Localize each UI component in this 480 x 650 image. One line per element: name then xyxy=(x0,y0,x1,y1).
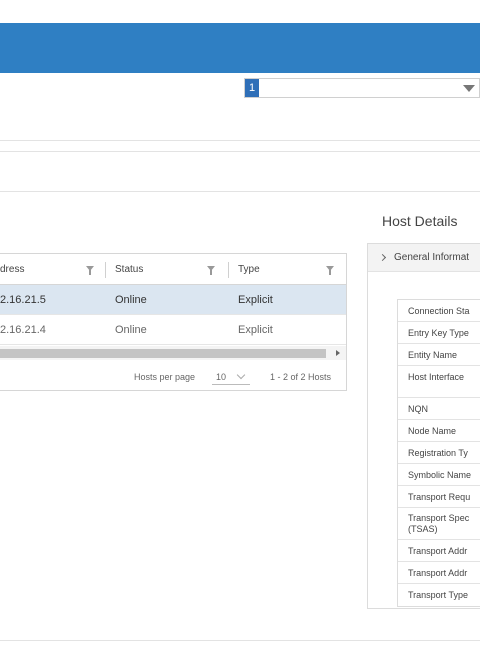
property-transport-specific: Transport Spec (TSAS) xyxy=(398,508,480,540)
divider xyxy=(0,191,480,192)
column-header-type[interactable]: Type xyxy=(238,254,260,285)
column-separator[interactable] xyxy=(105,262,106,278)
scrollbar-thumb[interactable] xyxy=(0,349,326,358)
filter-icon[interactable] xyxy=(86,266,94,275)
property-nqn: NQN xyxy=(398,398,480,420)
divider xyxy=(0,640,480,641)
dropdown-arrow-icon[interactable] xyxy=(463,85,475,92)
controller-select[interactable]: 1 xyxy=(244,78,480,98)
per-page-select[interactable]: 10 xyxy=(212,370,250,385)
property-entry-key-type: Entry Key Type xyxy=(398,322,480,344)
cell-status: Online xyxy=(115,294,147,306)
property-entity-name: Entity Name xyxy=(398,344,480,366)
filter-icon[interactable] xyxy=(207,266,215,275)
property-transport-address: Transport Addr xyxy=(398,562,480,584)
per-page-label: Hosts per page xyxy=(134,372,196,382)
filter-icon[interactable] xyxy=(326,266,334,275)
divider xyxy=(0,140,480,141)
column-separator[interactable] xyxy=(228,262,229,278)
host-details-title: Host Details xyxy=(382,213,458,229)
cell-status: Online xyxy=(115,324,147,336)
grid-header: dress Status Type xyxy=(0,254,346,285)
cell-type: Explicit xyxy=(238,324,273,336)
column-header-address[interactable]: dress xyxy=(0,254,24,285)
property-connection-status: Connection Sta xyxy=(398,300,480,322)
scroll-right-icon[interactable] xyxy=(336,350,340,356)
properties-table: Connection Sta Entry Key Type Entity Nam… xyxy=(397,299,480,607)
chevron-down-icon xyxy=(236,370,246,380)
cell-type: Explicit xyxy=(238,294,273,306)
hosts-grid: dress Status Type 2.16.21.5 Online Expli… xyxy=(0,253,347,391)
horizontal-scrollbar[interactable] xyxy=(0,346,346,360)
chevron-right-icon[interactable] xyxy=(378,253,387,262)
cell-address: 2.16.21.4 xyxy=(0,324,46,336)
general-information-section[interactable]: General Informat xyxy=(368,244,480,272)
property-transport-address: Transport Addr xyxy=(398,540,480,562)
divider xyxy=(0,151,480,152)
table-row[interactable]: 2.16.21.4 Online Explicit xyxy=(0,315,346,345)
property-registration-type: Registration Ty xyxy=(398,442,480,464)
cell-address: 2.16.21.5 xyxy=(0,294,46,306)
select-value: 1 xyxy=(245,79,259,97)
table-row[interactable]: 2.16.21.5 Online Explicit xyxy=(0,285,346,315)
property-transport-requirements: Transport Requ xyxy=(398,486,480,508)
property-host-interface: Host Interface xyxy=(398,366,480,398)
pagination-info: 1 - 2 of 2 Hosts xyxy=(270,372,332,382)
property-node-name: Node Name xyxy=(398,420,480,442)
grid-footer: Hosts per page 10 1 - 2 of 2 Hosts xyxy=(0,363,346,391)
section-label: General Informat xyxy=(394,252,470,263)
property-transport-type: Transport Type xyxy=(408,590,469,600)
per-page-value: 10 xyxy=(216,372,227,382)
column-header-status[interactable]: Status xyxy=(115,254,143,285)
app-header-bar xyxy=(0,23,480,73)
property-symbolic-name: Symbolic Name xyxy=(398,464,480,486)
